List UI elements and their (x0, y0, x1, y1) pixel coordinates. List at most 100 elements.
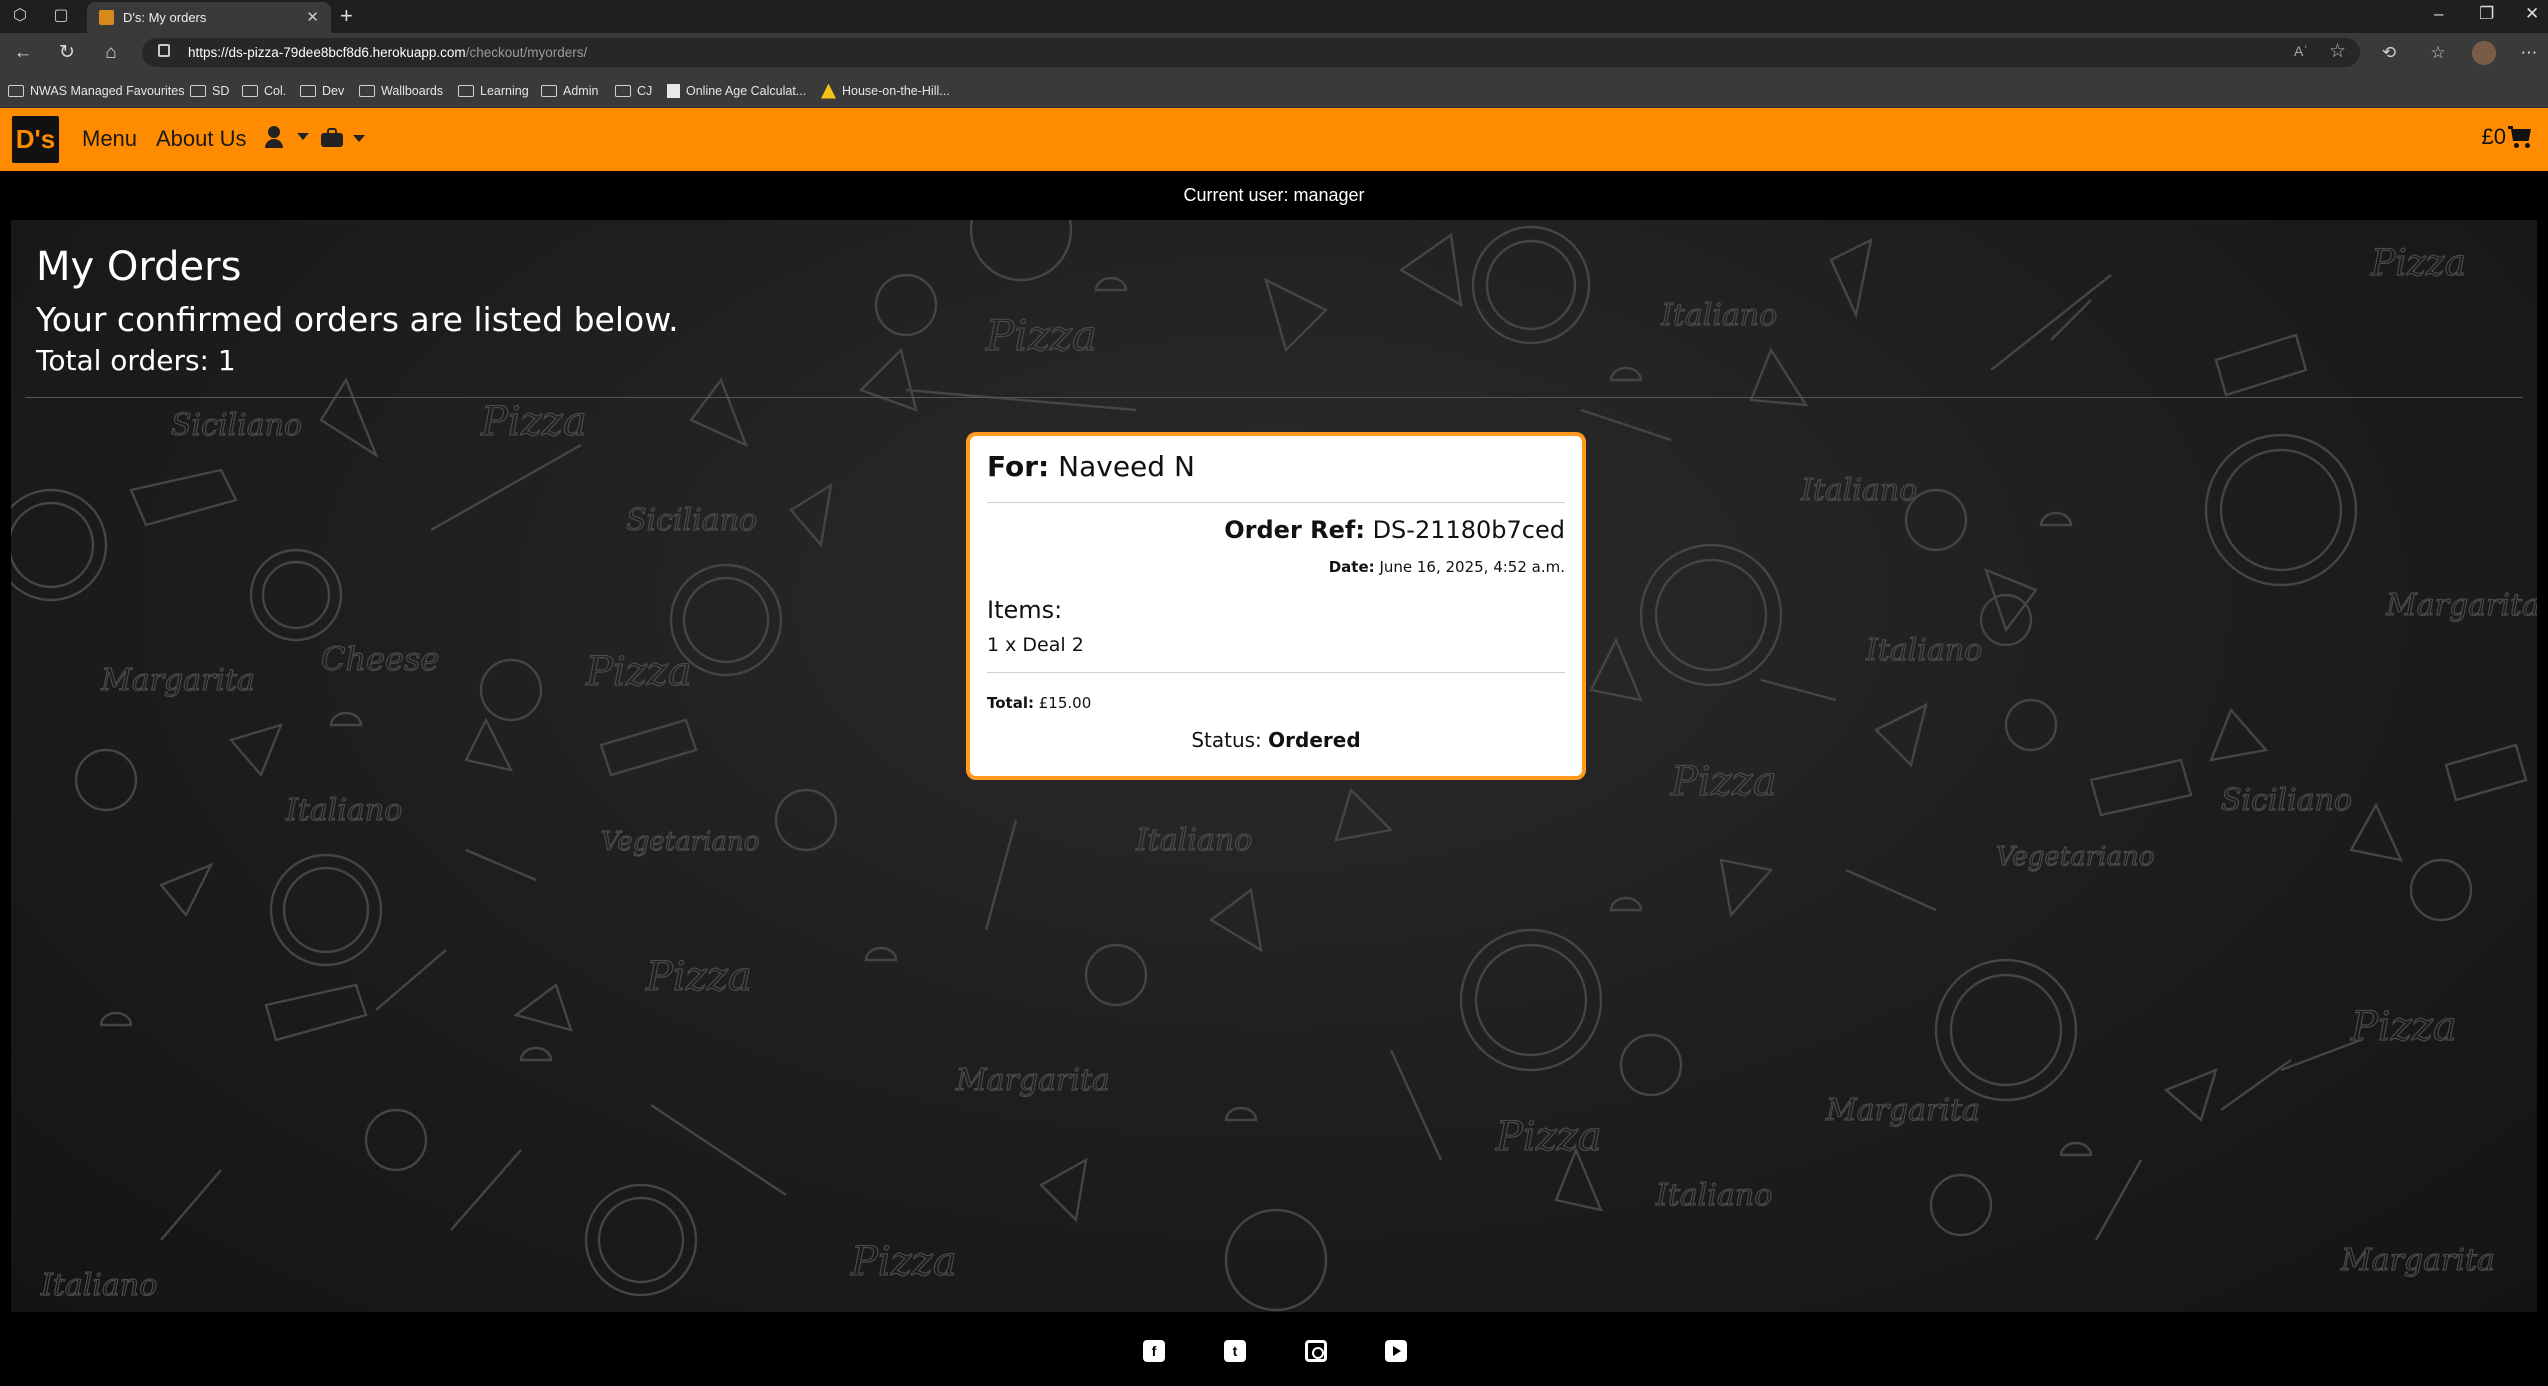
folder-icon (458, 85, 474, 97)
svg-text:Italiano: Italiano (1660, 298, 1777, 333)
address-bar[interactable]: https://ds-pizza-79dee8bcf8d6.herokuapp.… (142, 38, 2360, 67)
order-status: Status: Ordered (1191, 728, 1361, 752)
svg-text:Italiano: Italiano (285, 793, 402, 828)
nav-menu-link[interactable]: Menu (82, 126, 137, 152)
svg-text:Pizza: Pizza (585, 649, 692, 695)
order-total: Total: £15.00 (987, 694, 1092, 712)
svg-text:Pizza: Pizza (645, 954, 752, 1000)
cart-total: £0 (2481, 124, 2506, 149)
bookmarks-bar: NWAS Managed Favourites SD Col. Dev Wall… (0, 73, 2548, 108)
read-aloud-icon[interactable]: Aʾ (2294, 43, 2308, 59)
shopping-cart-icon (2508, 126, 2532, 148)
svg-text:Pizza: Pizza (480, 399, 587, 445)
current-user-bar: Current user: manager (0, 171, 2548, 220)
page-icon (667, 84, 680, 98)
browser-tab-active[interactable]: D's: My orders ✕ (87, 2, 331, 33)
bookmark-item[interactable]: Col. (242, 82, 286, 100)
folder-icon (8, 85, 24, 97)
address-bar-row: ← ↻ ⌂ https://ds-pizza-79dee8bcf8d6.hero… (0, 33, 2548, 73)
youtube-icon[interactable] (1385, 1340, 1407, 1362)
svg-text:Margarita: Margarita (2340, 1243, 2495, 1278)
svg-text:Margarita: Margarita (100, 663, 255, 698)
order-items-heading: Items: (987, 596, 1063, 624)
order-reference: Order Ref: DS-21180b7ced (1224, 516, 1565, 544)
facebook-icon[interactable]: f (1143, 1340, 1165, 1362)
background-word-vegetariano: Vegetariano Vegetariano (600, 826, 2155, 872)
folder-icon (242, 85, 258, 97)
svg-text:Vegetariano: Vegetariano (1996, 842, 2154, 872)
more-options-icon[interactable]: ⋯ (2518, 42, 2540, 64)
folder-icon (300, 85, 316, 97)
browser-tab-strip: ⬡ ▢ D's: My orders ✕ + – ❐ ✕ (0, 0, 2548, 33)
bookmark-item[interactable]: SD (190, 82, 229, 100)
bookmark-item[interactable]: House-on-the-Hill... (821, 82, 950, 100)
workspaces-icon[interactable]: ⬡ (10, 6, 30, 26)
instagram-icon[interactable] (1305, 1340, 1327, 1362)
svg-text:Italiano: Italiano (1800, 473, 1917, 508)
bookmark-item[interactable]: Wallboards (359, 82, 443, 100)
favorite-star-icon[interactable]: ☆ (2329, 40, 2346, 63)
svg-text:Pizza: Pizza (985, 311, 1097, 360)
order-customer: For: Naveed N (987, 450, 1195, 483)
folder-icon (190, 85, 206, 97)
svg-text:Margarita: Margarita (2385, 588, 2537, 623)
site-favicon-icon (99, 10, 114, 25)
home-icon[interactable]: ⌂ (100, 42, 122, 64)
page-title: My Orders (36, 244, 242, 290)
caret-down-icon (353, 135, 365, 142)
site-footer: f t (0, 1312, 2548, 1386)
bookmark-item[interactable]: Admin (541, 82, 598, 100)
close-tab-icon[interactable]: ✕ (306, 8, 319, 26)
order-date: Date: June 16, 2025, 4:52 a.m. (1328, 558, 1565, 576)
new-tab-button[interactable]: + (340, 3, 353, 29)
svg-text:Margarita: Margarita (1825, 1093, 1980, 1128)
svg-text:Pizza: Pizza (1670, 759, 1777, 805)
warning-icon (821, 83, 836, 99)
bookmark-item[interactable]: Learning (458, 82, 529, 100)
extensions-icon[interactable]: ⟲ (2378, 42, 2400, 64)
folder-icon (615, 85, 631, 97)
page-subtitle: Your confirmed orders are listed below. (36, 300, 679, 339)
back-icon[interactable]: ← (12, 42, 34, 64)
url-text[interactable]: https://ds-pizza-79dee8bcf8d6.herokuapp.… (188, 45, 587, 60)
nav-about-link[interactable]: About Us (156, 126, 247, 152)
caret-down-icon (297, 133, 309, 140)
user-icon (268, 126, 280, 138)
background-word-cheese: Cheese (320, 639, 440, 678)
svg-text:Pizza: Pizza (2370, 243, 2466, 284)
divider (25, 397, 2523, 398)
tab-actions-icon[interactable]: ▢ (51, 6, 71, 26)
cart-link[interactable]: £0 (2482, 124, 2532, 150)
minimize-icon[interactable]: – (2434, 4, 2443, 24)
svg-text:Pizza: Pizza (850, 1239, 957, 1285)
profile-avatar[interactable] (2472, 41, 2496, 65)
bookmark-item[interactable]: CJ (615, 82, 652, 100)
svg-text:Pizza: Pizza (2350, 1004, 2457, 1050)
svg-text:Siciliano: Siciliano (2221, 783, 2352, 818)
close-window-icon[interactable]: ✕ (2525, 4, 2539, 24)
bookmark-item[interactable]: Online Age Calculat... (667, 82, 806, 100)
folder-icon (359, 85, 375, 97)
svg-text:Margarita: Margarita (955, 1063, 1110, 1098)
svg-text:Italiano: Italiano (1865, 633, 1982, 668)
bookmark-item[interactable]: NWAS Managed Favourites (8, 82, 184, 100)
favorites-icon[interactable]: ☆ (2427, 42, 2449, 64)
card-divider (987, 672, 1565, 673)
refresh-icon[interactable]: ↻ (56, 42, 78, 64)
card-divider (987, 502, 1565, 503)
order-card: For: Naveed N Order Ref: DS-21180b7ced D… (966, 432, 1586, 780)
bookmark-item[interactable]: Dev (300, 82, 344, 100)
restore-icon[interactable]: ❐ (2479, 4, 2494, 24)
svg-text:Cheese: Cheese (321, 640, 439, 678)
svg-text:Siciliano: Siciliano (626, 503, 757, 538)
tab-title: D's: My orders (123, 10, 207, 25)
site-logo[interactable]: D's (12, 116, 59, 163)
lock-icon[interactable] (158, 44, 170, 57)
svg-text:Italiano: Italiano (1135, 823, 1252, 858)
total-orders: Total orders: 1 (36, 344, 236, 377)
folder-icon (541, 85, 557, 97)
twitter-icon[interactable]: t (1224, 1340, 1246, 1362)
svg-text:Vegetariano: Vegetariano (601, 827, 759, 857)
svg-text:Siciliano: Siciliano (171, 408, 302, 443)
main-content: Pizza Pizza Pizza Pizza Pizza Pizza Pizz… (11, 220, 2537, 1312)
